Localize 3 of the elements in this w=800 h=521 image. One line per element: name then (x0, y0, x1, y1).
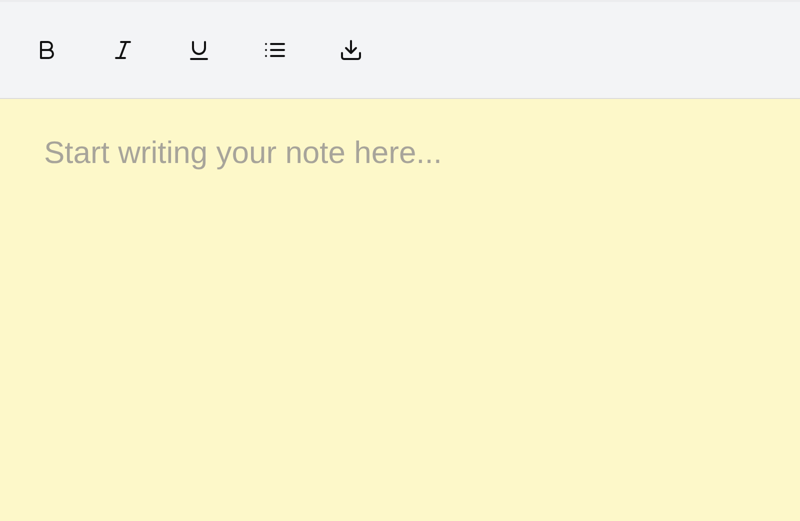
note-field[interactable]: Start writing your note here... (0, 99, 800, 521)
underline-icon (187, 38, 211, 62)
download-icon (339, 38, 363, 62)
